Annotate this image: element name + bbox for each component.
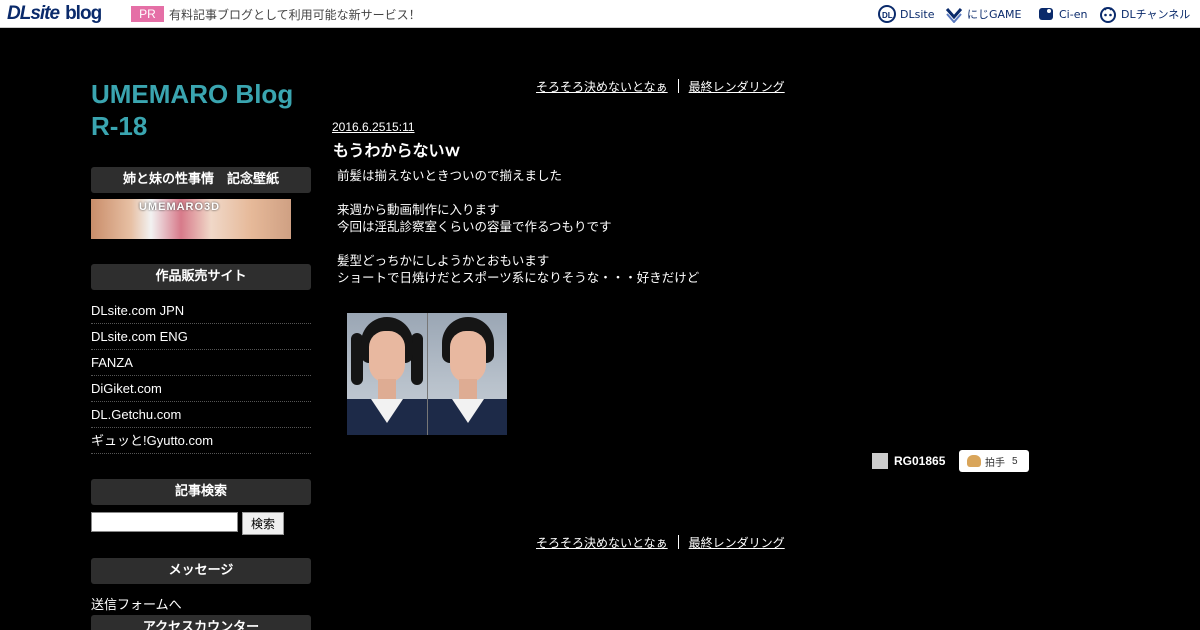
post-image-hairstyle-comparison[interactable]: [347, 313, 507, 435]
article-search-heading: 記事検索: [91, 479, 311, 505]
face-short-hair-render: [427, 313, 507, 435]
blog-title-line2: R-18: [91, 111, 148, 141]
sailor-collar: [347, 399, 427, 435]
dlchannel-icon: [1100, 7, 1116, 23]
logo-site-text: DLsite: [7, 3, 60, 24]
post-date-link[interactable]: 2016.6.2515:11: [332, 120, 415, 134]
sales-sites-heading: 作品販売サイト: [91, 264, 311, 290]
post-body: 前髪は揃えないときついので揃えました 来週から動画制作に入ります 今回は淫乱診察…: [337, 167, 699, 286]
clap-button[interactable]: 拍手 5: [959, 450, 1029, 472]
clap-label: 拍手: [985, 457, 1005, 469]
author-avatar-icon: [872, 453, 888, 469]
blog-title-line1: UMEMARO Blog: [91, 79, 294, 109]
sales-site-link[interactable]: DiGiket.com: [91, 376, 311, 402]
face: [369, 331, 405, 383]
sales-site-link[interactable]: ギュッと!Gyutto.com: [91, 428, 311, 454]
clap-count: 5: [1012, 455, 1018, 467]
post-line: ショートで日焼けだとスポーツ系になりそうな・・・好きだけど: [337, 270, 700, 285]
logo-blog-text: blog: [65, 3, 102, 24]
cien-icon: [1039, 8, 1053, 20]
service-label: DLチャンネル: [1121, 8, 1191, 21]
banner-section-heading: 姉と妹の性事情 記念壁紙: [91, 167, 311, 193]
pr-link[interactable]: 有料記事ブログとして利用可能な新サービス！: [169, 6, 421, 23]
sales-site-link[interactable]: DL.Getchu.com: [91, 402, 311, 428]
service-label: Ci-en: [1059, 7, 1088, 21]
service-label: にじGAME: [967, 8, 1022, 21]
service-header-bar: DLsite blog PR 有料記事ブログとして利用可能な新サービス！ DL D…: [0, 0, 1200, 28]
nijigame-icon: [945, 8, 963, 23]
access-counter-heading: アクセスカウンター: [91, 615, 311, 630]
post-navigation-bottom: そろそろ決めないとなぁ 最終レンダリング: [536, 534, 785, 550]
sales-site-list: DLsite.com JPN DLsite.com ENG FANZA DiGi…: [91, 298, 311, 454]
sailor-collar: [428, 399, 507, 435]
service-link-dlsite[interactable]: DL DLsite: [878, 4, 934, 24]
search-form: 検索: [91, 512, 311, 535]
face-twintail-render: [347, 313, 427, 435]
sales-site-link[interactable]: FANZA: [91, 350, 311, 376]
next-post-link[interactable]: 最終レンダリング: [689, 534, 785, 551]
next-post-link[interactable]: 最終レンダリング: [689, 78, 785, 95]
post-line: [337, 235, 699, 252]
post-navigation-top: そろそろ決めないとなぁ 最終レンダリング: [536, 78, 785, 94]
service-link-dlchannel[interactable]: DLチャンネル: [1099, 4, 1190, 24]
wallpaper-banner-image[interactable]: UMEMARO3D: [91, 199, 291, 239]
post-line: 来週から動画制作に入ります: [337, 202, 500, 217]
nav-divider: [677, 79, 679, 93]
dlsite-blog-logo[interactable]: DLsite blog: [7, 3, 102, 25]
post-line: 髪型どっちかにしようかとおもいます: [337, 253, 550, 268]
prev-post-link[interactable]: そろそろ決めないとなぁ: [536, 534, 668, 551]
dl-icon: DL: [878, 5, 896, 23]
post-title: もうわからないｗ: [333, 141, 461, 160]
message-heading: メッセージ: [91, 558, 311, 584]
post-author[interactable]: RG01865: [872, 450, 945, 472]
blog-title-link[interactable]: UMEMARO Blog R-18: [91, 78, 311, 142]
clap-hand-icon: [967, 455, 981, 467]
banner-watermark: UMEMARO3D: [139, 201, 221, 213]
author-name: RG01865: [894, 454, 946, 468]
svg-text:DL: DL: [882, 11, 893, 20]
nav-divider: [677, 535, 679, 549]
prev-post-link[interactable]: そろそろ決めないとなぁ: [536, 78, 668, 95]
sidebar: UMEMARO Blog R-18 姉と妹の性事情 記念壁紙 UMEMARO3D…: [91, 78, 311, 630]
service-link-nijigame[interactable]: にじGAME: [945, 4, 1022, 24]
post-line: [337, 184, 699, 201]
search-button[interactable]: 検索: [242, 512, 284, 535]
face: [450, 331, 486, 383]
pr-badge: PR: [131, 6, 164, 22]
post-line: 今回は淫乱診察室くらいの容量で作るつもりです: [337, 219, 612, 234]
sales-site-link[interactable]: DLsite.com JPN: [91, 298, 311, 324]
message-form-link[interactable]: 送信フォームへ: [91, 594, 311, 613]
service-label: DLsite: [900, 7, 935, 21]
search-input[interactable]: [91, 512, 238, 532]
service-link-cien[interactable]: Ci-en: [1037, 4, 1087, 24]
sales-site-link[interactable]: DLsite.com ENG: [91, 324, 311, 350]
post-line: 前髪は揃えないときついので揃えました: [337, 168, 563, 183]
